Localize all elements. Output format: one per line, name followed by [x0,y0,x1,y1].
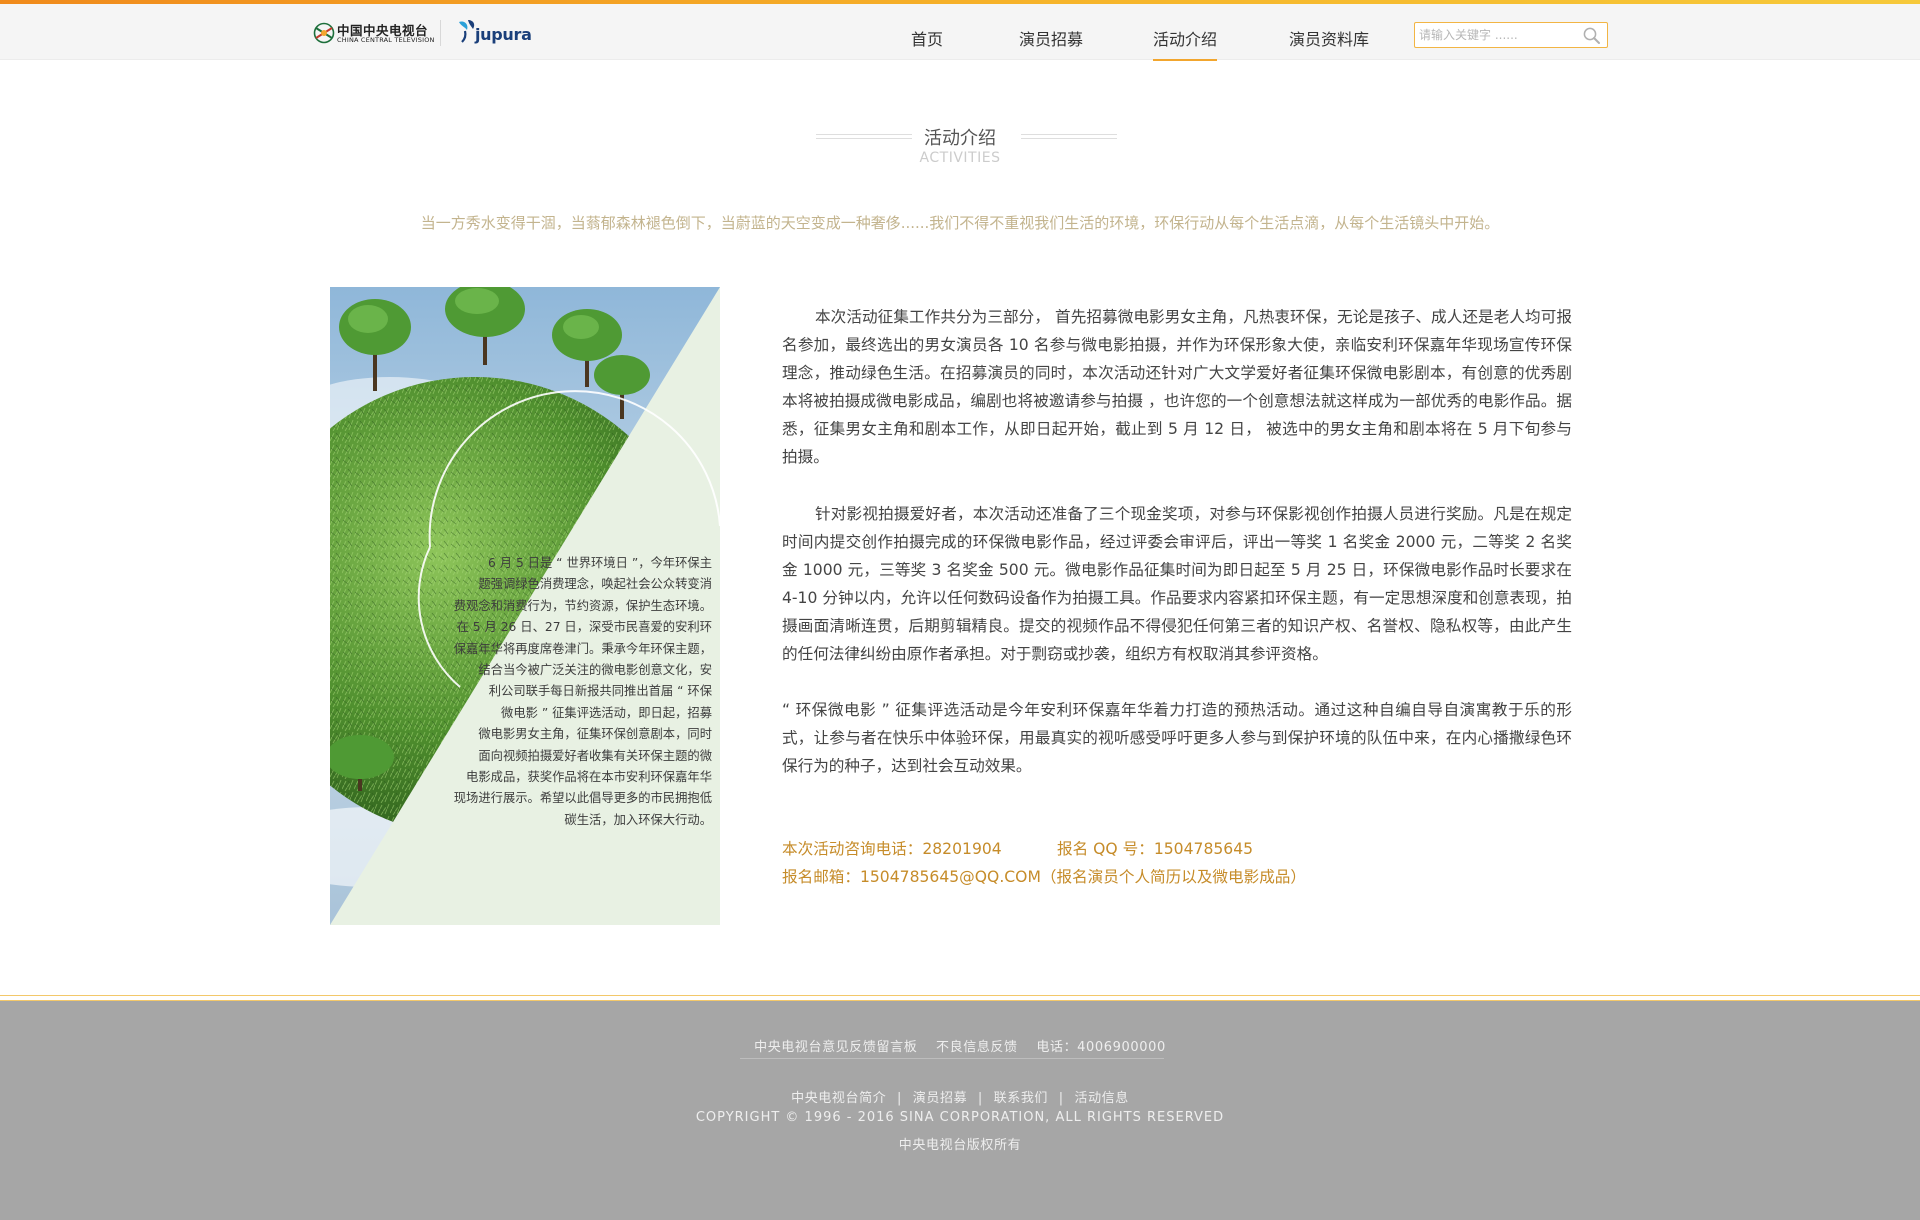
intro-text: 当一方秀水变得干涸，当蓊郁森林褪色倒下，当蔚蓝的天空变成一种奢侈......我们… [420,214,1500,232]
footer-separator: | [977,1091,983,1106]
article-body: 本次活动征集工作共分为三部分， 首先招募微电影男女主角，凡热衷环保，无论是孩子、… [782,303,1572,780]
poster-line: 6 月 5 日是 “ 世界环境日 ”，今年环保主 [488,556,712,570]
poster-line: 电影成品，获奖作品将在本市安利环保嘉年华 [466,770,712,785]
poster-line: 题强调绿色消费理念，唤起社会公众转变消 [478,577,712,592]
poster-line: 费观念和消费行为，节约资源，保护生态环境。 [453,598,712,613]
activity-poster: 6 月 5 日是 “ 世界环境日 ”，今年环保主 题强调绿色消费理念，唤起社会公… [330,287,720,925]
poster-line: 微电影男女主角，征集环保创意剧本，同时 [478,727,712,742]
poster-line: 保嘉年华将再度席卷津门。秉承今年环保主题， [453,641,712,656]
footer-separator: | [1058,1091,1064,1106]
footer-links-row: 中央电视台简介 | 演员招募 | 联系我们 | 活动信息 [0,1087,1920,1106]
site-footer: 中央电视台意见反馈留言板 不良信息反馈 电话：4006900000 中央电视台简… [0,1001,1920,1220]
article-paragraph-3: “ 环保微电影 ” 征集评选活动是今年安利环保嘉年华着力打造的预热活动。通过这种… [782,701,1572,776]
nav-home[interactable]: 首页 [911,26,943,50]
footer-link-feedback[interactable]: 中央电视台意见反馈留言板 [754,1040,917,1055]
footer-separator: | [897,1091,903,1106]
poster-line: 微电影 ” 征集评选活动，即日起，招募 [501,705,712,720]
search-input[interactable] [1419,25,1579,45]
poster-line: 面向视频拍摄爱好者收集有关环保主题的微 [478,748,712,763]
poster-line: 现场进行展示。希望以此倡导更多的市民拥抱低 [453,791,712,806]
page-subtitle: ACTIVITIES [919,150,1001,166]
contact-qq: 报名 QQ 号：1504785645 [1057,840,1254,858]
page-title: 活动介绍 [924,128,996,149]
footer-copyright: COPYRIGHT © 1996 - 2016 SINA CORPORATION… [695,1110,1225,1125]
logo-divider [440,20,441,46]
cctv-logo[interactable]: 中国中央电视台 CHINA CENTRAL TELEVISION [313,19,434,49]
search-box [1414,22,1608,48]
site-header: 中国中央电视台 CHINA CENTRAL TELEVISION jupura … [0,4,1920,61]
nav-activities[interactable]: 活动介绍 [1153,26,1217,50]
poster-line: 在 5 月 26 日、27 日，深受市民喜爱的安利环 [456,620,712,635]
footer-link-about[interactable]: 中央电视台简介 [791,1091,886,1106]
footer-link-report[interactable]: 不良信息反馈 [936,1040,1018,1055]
poster-line: 碳生活，加入环保大行动。 [564,812,712,827]
nav-actor-recruitment[interactable]: 演员招募 [1019,26,1083,50]
search-icon[interactable] [1582,26,1602,46]
footer-phone: 电话：4006900000 [1036,1040,1166,1055]
article-paragraph-2: 针对影视拍摄爱好者，本次活动还准备了三个现金奖项，对参与环保影视创作拍摄人员进行… [782,504,1572,664]
footer-link-activities[interactable]: 活动信息 [1074,1091,1128,1106]
footer-link-contact[interactable]: 联系我们 [994,1091,1048,1106]
poster-line: 结合当今被广泛关注的微电影创意文化，安 [478,663,712,678]
poster-text: 6 月 5 日是 “ 世界环境日 ”，今年环保主 题强调绿色消费理念，唤起社会公… [430,553,720,831]
jupura-logo[interactable]: jupura [456,16,536,50]
nav-actor-database[interactable]: 演员资料库 [1289,26,1369,50]
jupura-logo-text: jupura [475,25,532,44]
article-paragraph-1: 本次活动征集工作共分为三部分， 首先招募微电影男女主角，凡热衷环保，无论是孩子、… [782,308,1572,467]
footer-rule [740,1058,1164,1059]
cctv-logo-en: CHINA CENTRAL TELEVISION [337,36,435,44]
poster-line: 利公司联手每日新报共同推出首届 “ 环保 [488,684,712,699]
footer-link-recruitment[interactable]: 演员招募 [913,1091,967,1106]
contact-email[interactable]: 报名邮箱：1504785645@QQ.COM（报名演员个人简历以及微电影成品） [782,863,1306,891]
cctv-emblem-icon [313,22,335,44]
footer-rights: 中央电视台版权所有 [898,1138,1022,1153]
nav-active-underline [1153,59,1217,61]
contact-info: 本次活动咨询电话：28201904 报名 QQ 号：1504785645 报名邮… [782,835,1306,891]
footer-feedback-row: 中央电视台意见反馈留言板 不良信息反馈 电话：4006900000 [0,1036,1920,1055]
